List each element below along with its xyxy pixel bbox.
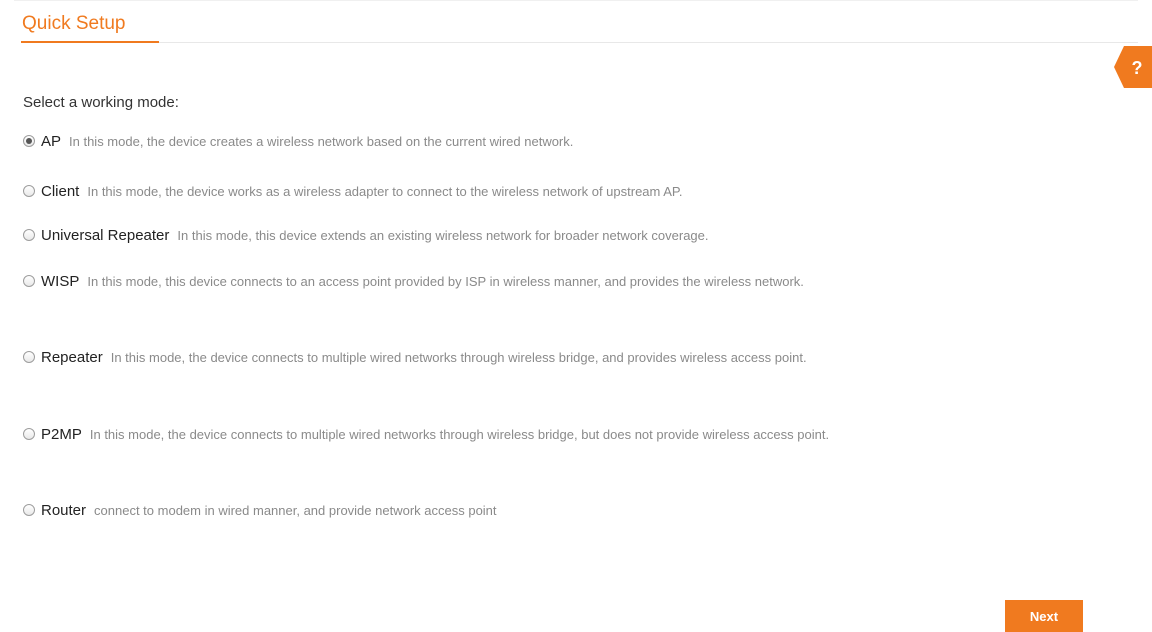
top-edge-divider — [14, 0, 1138, 1]
page-title: Quick Setup — [22, 13, 126, 34]
mode-name-p2mp: P2MP — [41, 426, 82, 443]
mode-option-wisp[interactable]: WISP In this mode, this device connects t… — [23, 270, 1063, 294]
radio-ap[interactable] — [23, 135, 35, 147]
mode-name-client: Client — [41, 183, 80, 200]
title-divider — [159, 42, 1138, 43]
help-icon: ? — [1114, 46, 1152, 88]
radio-universal-repeater[interactable] — [23, 229, 35, 241]
radio-p2mp[interactable] — [23, 428, 35, 440]
next-button[interactable]: Next — [1005, 600, 1083, 632]
radio-router[interactable] — [23, 504, 35, 516]
radio-wisp[interactable] — [23, 275, 35, 287]
mode-name-universal-repeater: Universal Repeater — [41, 227, 170, 244]
mode-description-universal-repeater: In this mode, this device extends an exi… — [177, 228, 709, 243]
help-icon-label: ? — [1132, 58, 1143, 78]
mode-description-repeater: In this mode, the device connects to mul… — [110, 350, 807, 365]
mode-description-router: connect to modem in wired manner, and pr… — [94, 503, 497, 518]
mode-name-wisp: WISP — [41, 273, 80, 290]
mode-name-ap: AP — [41, 133, 62, 150]
mode-option-universal-repeater[interactable]: Universal Repeater In this mode, this dev… — [23, 224, 1063, 248]
mode-option-repeater[interactable]: Repeater In this mode, the device connect… — [23, 346, 1063, 370]
mode-description-wisp: In this mode, this device connects to an… — [87, 274, 804, 289]
mode-name-router: Router — [41, 502, 87, 519]
mode-option-ap[interactable]: AP In this mode, the device creates a wir… — [23, 130, 1063, 154]
mode-name-repeater: Repeater — [41, 349, 103, 366]
quick-setup-page: Quick Setup ? Select a working mode: AP I… — [0, 0, 1152, 632]
mode-option-p2mp[interactable]: P2MP In this mode, the device connects to… — [23, 423, 1063, 447]
help-button[interactable]: ? — [1114, 46, 1152, 88]
mode-option-router[interactable]: Router connect to modem in wired manner, … — [23, 499, 1063, 523]
mode-option-client[interactable]: Client In this mode, the device works as … — [23, 180, 1063, 204]
mode-description-ap: In this mode, the device creates a wirel… — [69, 134, 574, 149]
working-mode-prompt: Select a working mode: — [23, 94, 179, 111]
mode-description-client: In this mode, the device works as a wire… — [87, 184, 683, 199]
radio-client[interactable] — [23, 185, 35, 197]
title-underline — [21, 41, 159, 43]
radio-repeater[interactable] — [23, 351, 35, 363]
mode-description-p2mp: In this mode, the device connects to mul… — [89, 427, 830, 442]
